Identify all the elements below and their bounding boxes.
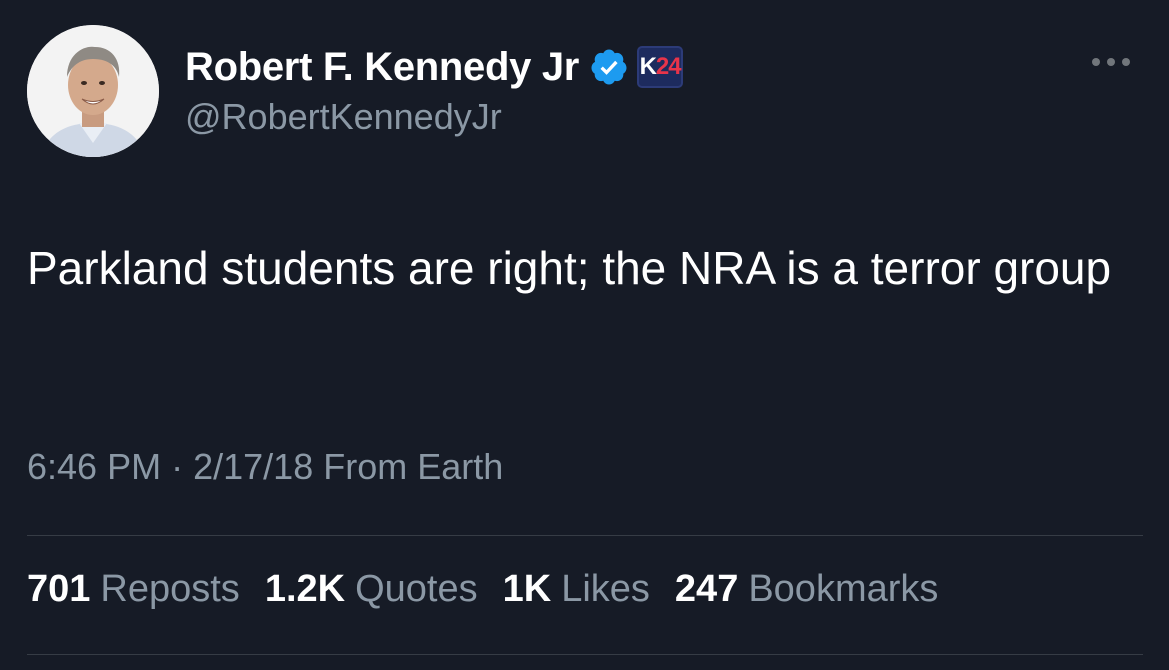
stat-value: 701 — [27, 568, 91, 610]
stat-label: Reposts — [100, 568, 240, 610]
author-handle[interactable]: @RobertKennedyJr — [185, 96, 502, 138]
profile-photo — [27, 25, 159, 157]
stat-label: Likes — [561, 568, 650, 610]
display-name[interactable]: Robert F. Kennedy Jr — [185, 45, 579, 90]
engagement-stats: 701 Reposts 1.2K Quotes 1K Likes 247 Bookmar… — [27, 568, 963, 611]
stat-value: 247 — [674, 568, 739, 610]
tweet-source: From Earth — [323, 446, 504, 487]
stat-reposts[interactable]: 701 Reposts — [27, 568, 240, 611]
tweet-time[interactable]: 6:46 PM — [27, 446, 161, 487]
verified-badge-icon[interactable] — [589, 47, 629, 87]
divider — [27, 535, 1143, 536]
author-name-row: Robert F. Kennedy Jr K 24 — [185, 42, 684, 92]
tweet-meta: 6:46 PM · 2/17/18 From Earth — [27, 446, 503, 488]
tweet-text: Parkland students are right; the NRA is … — [27, 242, 1112, 294]
stat-label: Quotes — [355, 568, 478, 610]
more-dot — [1092, 58, 1100, 66]
avatar[interactable] — [27, 25, 159, 157]
affiliate-badge-num: 24 — [655, 53, 682, 80]
more-dot — [1107, 58, 1115, 66]
more-options-icon[interactable] — [1092, 52, 1140, 72]
stat-value: 1K — [502, 568, 552, 610]
divider — [27, 654, 1143, 655]
stat-quotes[interactable]: 1.2K Quotes — [265, 568, 478, 611]
stat-label: Bookmarks — [748, 568, 939, 610]
stat-bookmarks[interactable]: 247 Bookmarks — [675, 568, 938, 611]
meta-separator: · — [171, 446, 184, 487]
tweet-date[interactable]: 2/17/18 — [193, 446, 313, 487]
stat-likes[interactable]: 1K Likes — [503, 568, 650, 611]
affiliate-badge-k: K — [639, 53, 657, 80]
k24-affiliate-badge-icon[interactable]: K 24 — [637, 46, 684, 88]
more-dot — [1122, 58, 1130, 66]
stat-value: 1.2K — [264, 568, 346, 610]
